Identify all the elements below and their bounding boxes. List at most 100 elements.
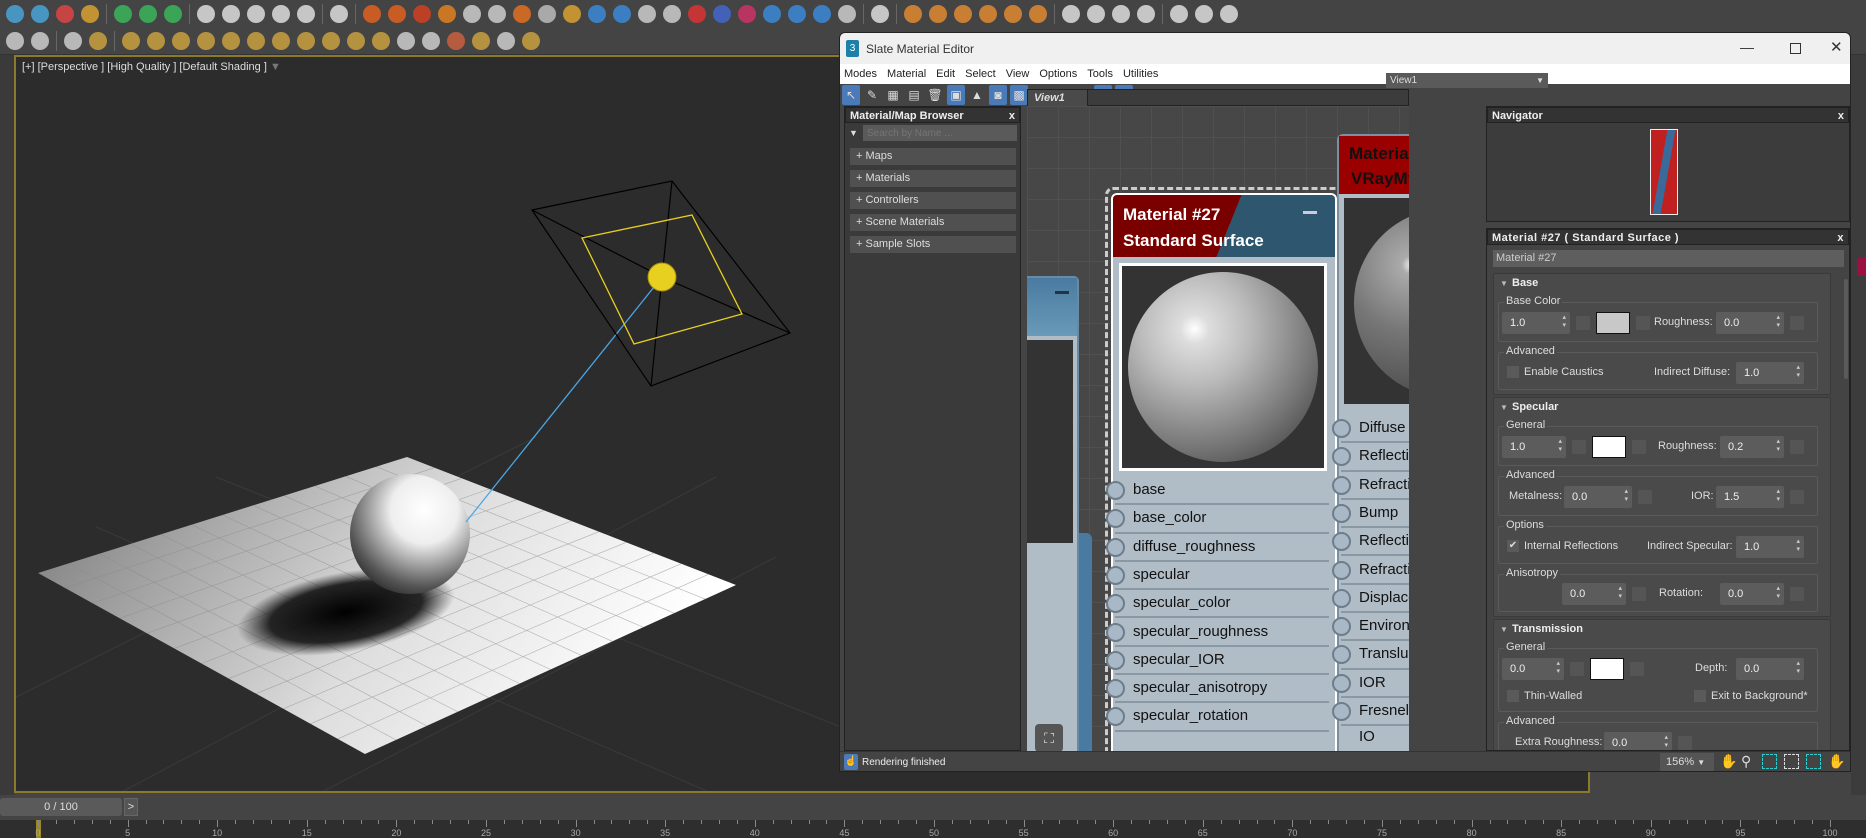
base-color-map-button[interactable] bbox=[1635, 315, 1651, 331]
fire-icon[interactable] bbox=[386, 3, 408, 25]
roughness-map-button[interactable] bbox=[1789, 439, 1805, 455]
thin-walled-checkbox[interactable] bbox=[1507, 690, 1519, 702]
slot-connector[interactable] bbox=[1106, 594, 1125, 614]
anisotropy-map-button[interactable] bbox=[1631, 586, 1647, 602]
internal-reflections-checkbox[interactable]: ✔ bbox=[1507, 540, 1519, 552]
fire-icon[interactable] bbox=[511, 3, 533, 25]
grass-icon[interactable] bbox=[345, 30, 367, 52]
material-node-standard-surface[interactable]: Material #27 Standard Surface base base_c… bbox=[1106, 193, 1337, 751]
search-input[interactable] bbox=[863, 125, 1017, 141]
cloud-icon[interactable] bbox=[811, 3, 833, 25]
browser-close-button[interactable]: x bbox=[1009, 108, 1015, 124]
tab-view1[interactable]: View1 bbox=[1028, 90, 1088, 106]
indirect-diffuse-spinner[interactable]: 1.0 bbox=[1736, 362, 1804, 384]
lock-icon[interactable] bbox=[62, 30, 84, 52]
transmission-color-swatch[interactable] bbox=[1590, 658, 1624, 680]
slot-connector[interactable] bbox=[1106, 622, 1125, 642]
material-preview[interactable] bbox=[1119, 263, 1327, 471]
move-children-icon[interactable]: ▲ bbox=[968, 85, 986, 105]
node-slot[interactable]: Transluce bbox=[1332, 641, 1409, 670]
car-icon[interactable] bbox=[686, 3, 708, 25]
enable-caustics-checkbox[interactable] bbox=[1507, 366, 1519, 378]
sunburst-icon[interactable] bbox=[162, 3, 184, 25]
zoom-icon[interactable]: ⚲ bbox=[1741, 753, 1751, 770]
browser-category[interactable]: + Maps bbox=[849, 147, 1017, 166]
browser-category[interactable]: + Sample Slots bbox=[849, 235, 1017, 254]
play-circle-icon[interactable] bbox=[270, 3, 292, 25]
menu-select[interactable]: Select bbox=[965, 68, 996, 80]
ior-spinner[interactable]: 1.5 bbox=[1716, 486, 1784, 508]
rollout-title[interactable]: Base bbox=[1512, 277, 1538, 289]
node-header[interactable]: Material #27 Standard Surface bbox=[1113, 195, 1335, 257]
rollout-title[interactable]: Transmission bbox=[1512, 623, 1583, 635]
comb-icon[interactable] bbox=[395, 30, 417, 52]
time-slider[interactable]: 0 / 100 bbox=[0, 798, 122, 816]
fire-icon[interactable] bbox=[411, 3, 433, 25]
slot-connector[interactable] bbox=[1106, 650, 1125, 670]
water-icon[interactable] bbox=[611, 3, 633, 25]
dice-icon[interactable] bbox=[420, 30, 442, 52]
grass-icon[interactable] bbox=[370, 30, 392, 52]
node-slot[interactable]: specular bbox=[1106, 562, 1329, 591]
pan-to-selected-icon[interactable]: ✋ bbox=[1828, 753, 1845, 770]
collapse-triangle-icon[interactable]: ▼ bbox=[1500, 403, 1508, 412]
specular-color-swatch[interactable] bbox=[1592, 436, 1626, 458]
rollout-title[interactable]: Specular bbox=[1512, 401, 1558, 413]
object-color-swatch[interactable] bbox=[1857, 258, 1866, 276]
close-button[interactable]: ✕ bbox=[1830, 38, 1843, 56]
fire-icon[interactable] bbox=[436, 3, 458, 25]
next-frame-button[interactable]: > bbox=[124, 798, 138, 816]
metalness-map-button[interactable] bbox=[1637, 489, 1653, 505]
arrow-icon[interactable] bbox=[270, 30, 292, 52]
bulb-icon[interactable] bbox=[470, 30, 492, 52]
node-slot[interactable]: specular_anisotropy bbox=[1106, 675, 1329, 704]
roughness-map-button[interactable] bbox=[1789, 315, 1805, 331]
depth-spinner[interactable]: 0.0 bbox=[1736, 658, 1804, 680]
node-slot[interactable]: Diffuse bbox=[1332, 415, 1409, 444]
node-slot[interactable]: diffuse_roughness bbox=[1106, 534, 1329, 562]
delete-icon[interactable]: 🗑 bbox=[926, 85, 944, 105]
zoom-extents-icon[interactable] bbox=[1784, 754, 1799, 769]
extra-roughness-map-button[interactable] bbox=[1677, 735, 1693, 750]
wave-icon[interactable] bbox=[786, 3, 808, 25]
cube-grid-icon[interactable] bbox=[29, 3, 51, 25]
material-preview[interactable] bbox=[1344, 198, 1409, 404]
indirect-specular-spinner[interactable]: 1.0 bbox=[1736, 536, 1804, 558]
menu-tools[interactable]: Tools bbox=[1087, 68, 1113, 80]
slot-connector[interactable] bbox=[1332, 702, 1351, 721]
metalness-spinner[interactable]: 0.0 bbox=[1564, 486, 1632, 508]
light-object[interactable] bbox=[647, 262, 677, 292]
node-slot[interactable]: Environm bbox=[1332, 613, 1409, 642]
node-slot[interactable]: Reflection bbox=[1332, 528, 1409, 557]
slot-connector[interactable] bbox=[1106, 537, 1125, 557]
wave-icon[interactable] bbox=[761, 3, 783, 25]
menu-material[interactable]: Material bbox=[887, 68, 926, 80]
base-weight-map-button[interactable] bbox=[1575, 315, 1591, 331]
stop-icon[interactable] bbox=[1193, 3, 1215, 25]
brush-icon[interactable] bbox=[561, 3, 583, 25]
zoom-extents-selected-icon[interactable] bbox=[1806, 754, 1821, 769]
menu-options[interactable]: Options bbox=[1039, 68, 1077, 80]
extra-roughness-spinner[interactable]: 0.0 bbox=[1604, 732, 1672, 750]
globe-icon[interactable] bbox=[1060, 3, 1082, 25]
grass-icon[interactable] bbox=[170, 30, 192, 52]
browser-category[interactable]: + Materials bbox=[849, 169, 1017, 188]
grass-icon[interactable] bbox=[245, 30, 267, 52]
exit-to-background-checkbox[interactable] bbox=[1694, 690, 1706, 702]
material-name-field[interactable]: Material #27 bbox=[1493, 250, 1844, 267]
slot-connector[interactable] bbox=[1332, 503, 1351, 523]
slot-connector[interactable] bbox=[1332, 475, 1351, 495]
material-node-vraymtl[interactable]: Material VRayMtl Diffuse Reflection Refrac… bbox=[1332, 134, 1409, 751]
slot-connector[interactable] bbox=[1106, 679, 1125, 699]
node-slot[interactable]: specular_rotation bbox=[1106, 703, 1329, 732]
node-slot[interactable]: Refraction bbox=[1332, 557, 1409, 585]
node-slot[interactable]: specular_roughness bbox=[1106, 619, 1329, 647]
eyedropper-icon[interactable]: ✎ bbox=[863, 85, 881, 105]
transmission-weight-spinner[interactable]: 0.0 bbox=[1502, 658, 1564, 680]
slot-connector[interactable] bbox=[1106, 481, 1125, 500]
move-icon[interactable] bbox=[137, 3, 159, 25]
grass-icon[interactable] bbox=[195, 30, 217, 52]
slot-connector[interactable] bbox=[1332, 419, 1351, 438]
sphere-icon[interactable] bbox=[927, 3, 949, 25]
pan-hand-icon[interactable]: ✋ bbox=[1720, 753, 1737, 770]
